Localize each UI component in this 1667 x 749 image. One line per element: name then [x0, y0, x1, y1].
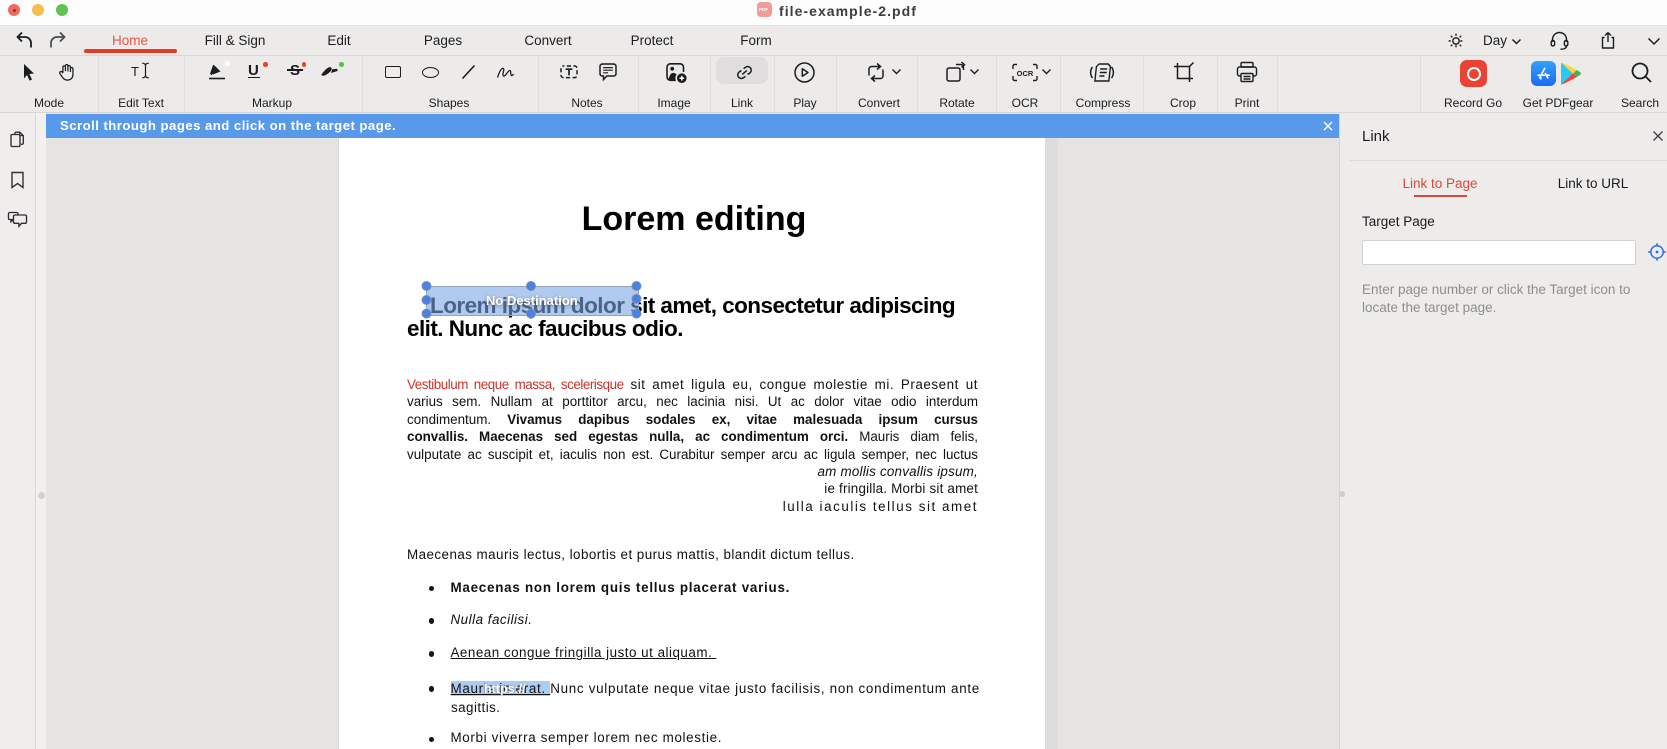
- svg-text:OCR: OCR: [1017, 69, 1034, 78]
